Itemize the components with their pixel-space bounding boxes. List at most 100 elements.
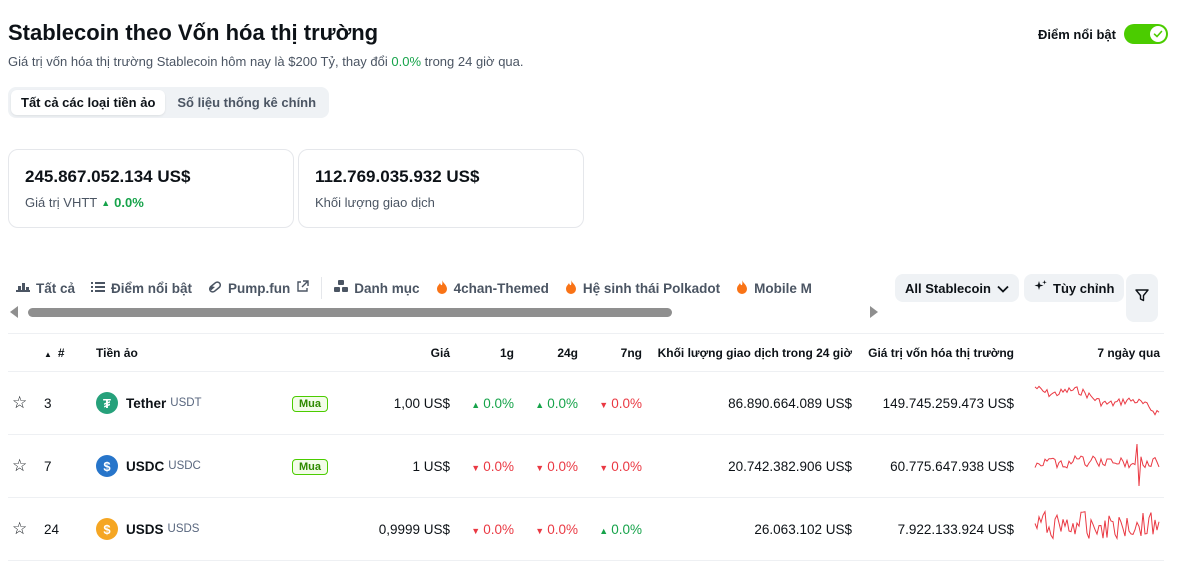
tab-4chan-themed[interactable]: 4chan-Themed <box>428 270 557 306</box>
segment-key-stats[interactable]: Số liệu thống kê chính <box>167 90 326 115</box>
watchlist-cell: ☆ <box>8 371 40 435</box>
bar-chart-icon <box>16 281 30 296</box>
category-tabs: Tất cả Điểm nổi bật Pump.fun Danh mục 4c… <box>8 270 1200 306</box>
header-coin[interactable]: Tiền ảo <box>92 333 288 372</box>
coin-cell[interactable]: $ USDS USDS <box>92 497 288 561</box>
table-body: ☆ 3 ₮ Tether USDT Mua 1,00 US$ ▲ 0.0% ▲ 0.0% ▼ 0.0% 8… <box>8 371 1164 561</box>
buy-button[interactable]: Mua <box>292 395 328 412</box>
caret-down-icon: ▼ <box>599 462 609 473</box>
fire-icon <box>436 279 448 297</box>
stablecoin-filter-dropdown[interactable]: All Stablecoin <box>895 274 1019 302</box>
header-volume[interactable]: Khối lượng giao dịch trong 24 giờ <box>646 333 856 372</box>
change-7d-cell: ▼ 0.0% <box>582 371 646 435</box>
sparkline-cell <box>1018 371 1164 435</box>
change-24h-cell: ▼ 0.0% <box>518 434 582 498</box>
header-24h[interactable]: 24g <box>518 333 582 372</box>
sparkline-cell <box>1018 497 1164 561</box>
volume-label: Khối lượng giao dịch <box>315 195 435 210</box>
change-1h-cell: ▼ 0.0% <box>454 497 518 561</box>
header-market-cap[interactable]: Giá trị vốn hóa thị trường <box>856 333 1018 372</box>
change-24h-cell-value: 0.0% <box>547 521 578 537</box>
star-icon[interactable]: ☆ <box>12 519 27 538</box>
table-header-row: ▲ # Tiền ảo Giá 1g 24g 7ng Khối lượng gia… <box>8 333 1164 372</box>
customize-button[interactable]: Tùy chỉnh <box>1024 274 1125 302</box>
market-cap-cell: 149.745.259.473 US$ <box>856 371 1018 435</box>
subtitle-text: Giá trị vốn hóa thị trường Stablecoin hô… <box>8 54 392 69</box>
usdc-logo-icon: $ <box>96 455 118 477</box>
watchlist-cell: ☆ <box>8 434 40 498</box>
price-cell: 0,9999 US$ <box>342 497 454 561</box>
coin-info: $ USDC USDC <box>96 455 284 477</box>
buy-button[interactable]: Mua <box>292 458 328 475</box>
coin-cell[interactable]: $ USDC USDC <box>92 434 288 498</box>
highlights-toggle-group: Điểm nổi bật <box>1038 24 1168 44</box>
tab-4chan-label: 4chan-Themed <box>453 280 549 296</box>
header-price[interactable]: Giá <box>342 333 454 372</box>
change-1h-cell-value: 0.0% <box>483 521 514 537</box>
buy-cell: Mua <box>288 371 342 435</box>
header-buy <box>288 333 342 372</box>
coin-symbol: USDT <box>170 397 202 409</box>
scroll-right-arrow-icon[interactable] <box>870 306 878 318</box>
check-icon <box>1150 26 1166 42</box>
tabs-scrollbar[interactable] <box>8 305 880 319</box>
view-segmented-control: Tất cả các loại tiền ảo Số liệu thống kê… <box>8 87 330 118</box>
market-cap-label-row: Giá trị VHTT ▲ 0.0% <box>25 195 277 210</box>
tab-polkadot-ecosystem[interactable]: Hệ sinh thái Polkadot <box>557 270 728 306</box>
rank-cell: 7 <box>40 434 92 498</box>
header-rank[interactable]: ▲ # <box>40 333 92 372</box>
usds-logo-icon: $ <box>96 518 118 540</box>
sparkline-cell <box>1018 434 1164 498</box>
table-row[interactable]: ☆ 7 $ USDC USDC Mua 1 US$ ▼ 0.0% ▼ 0.0% ▼ 0.0% 20.742… <box>8 434 1164 498</box>
sparkline-line <box>1034 510 1160 541</box>
tab-divider <box>321 277 323 299</box>
caret-up-icon: ▲ <box>471 399 481 410</box>
tab-mobile-label: Mobile M <box>754 280 812 296</box>
filter-button[interactable] <box>1126 274 1158 322</box>
tab-highlights[interactable]: Điểm nổi bật <box>83 270 200 306</box>
header-watch <box>8 333 40 372</box>
table-row[interactable]: ☆ 3 ₮ Tether USDT Mua 1,00 US$ ▲ 0.0% ▲ 0.0% ▼ 0.0% 8… <box>8 371 1164 435</box>
tab-highlights-label: Điểm nổi bật <box>111 280 193 296</box>
change-24h-cell: ▲ 0.0% <box>518 371 582 435</box>
chevron-down-icon <box>997 281 1009 296</box>
category-tab-strip: Tất cả Điểm nổi bật Pump.fun Danh mục 4c… <box>8 270 884 306</box>
scroll-left-arrow-icon[interactable] <box>10 306 18 318</box>
tab-all[interactable]: Tất cả <box>8 270 83 306</box>
sparkle-icon <box>1034 280 1047 296</box>
coin-info: ₮ Tether USDT <box>96 392 284 414</box>
tab-categories-label: Danh mục <box>354 280 420 296</box>
header-1h[interactable]: 1g <box>454 333 518 372</box>
star-icon[interactable]: ☆ <box>12 456 27 475</box>
tether-logo-icon: ₮ <box>96 392 118 414</box>
header-7d[interactable]: 7ng <box>582 333 646 372</box>
segment-all-cryptos[interactable]: Tất cả các loại tiền ảo <box>11 90 166 115</box>
change-24h-cell-value: 0.0% <box>547 395 578 411</box>
caret-down-icon: ▼ <box>535 462 545 473</box>
buy-cell <box>288 497 342 561</box>
star-icon[interactable]: ☆ <box>12 393 27 412</box>
header-7d-chart: 7 ngày qua <box>1018 333 1164 372</box>
tab-pumpfun-label: Pump.fun <box>228 280 291 296</box>
highlights-switch[interactable] <box>1124 24 1168 44</box>
fire-icon <box>565 279 577 297</box>
change-1h-cell: ▼ 0.0% <box>454 434 518 498</box>
market-cap-value: 245.867.052.134 US$ <box>25 167 191 186</box>
price-cell: 1,00 US$ <box>342 371 454 435</box>
tab-mobile[interactable]: Mobile M <box>728 270 820 306</box>
fire-icon <box>736 279 748 297</box>
caret-up-icon: ▲ <box>599 525 609 536</box>
subtitle-text-end: trong 24 giờ qua. <box>421 54 524 69</box>
coin-cell[interactable]: ₮ Tether USDT <box>92 371 288 435</box>
caret-up-icon: ▲ <box>535 399 545 410</box>
tab-all-label: Tất cả <box>36 280 76 296</box>
change-1h-cell-value: 0.0% <box>483 458 514 474</box>
tab-pumpfun[interactable]: Pump.fun <box>200 270 317 306</box>
sparkline-line <box>1034 443 1160 487</box>
coin-name: USDC <box>126 458 165 474</box>
scrollbar-thumb[interactable] <box>28 308 672 317</box>
table-row[interactable]: ☆ 24 $ USDS USDS 0,9999 US$ ▼ 0.0% ▼ 0.0% ▲ 0.0% 26.… <box>8 497 1164 561</box>
tab-categories[interactable]: Danh mục <box>326 270 427 306</box>
rank-cell: 24 <box>40 497 92 561</box>
change-7d-cell: ▼ 0.0% <box>582 434 646 498</box>
